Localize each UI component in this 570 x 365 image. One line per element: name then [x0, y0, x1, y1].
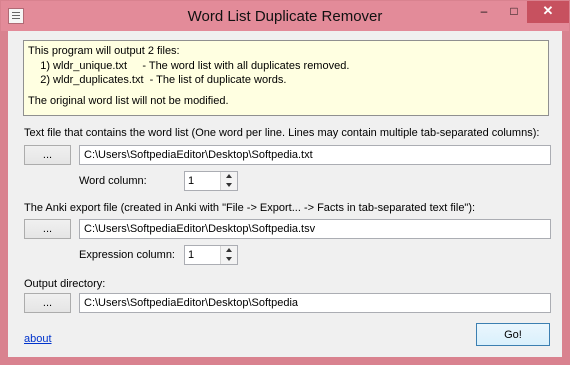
expression-column-stepper[interactable]: 1 — [184, 245, 238, 265]
output-label: Output directory: — [24, 278, 106, 290]
word-column-label: Word column: — [79, 175, 147, 187]
info-line: This program will output 2 files: — [28, 45, 180, 57]
anki-browse-button[interactable]: ... — [24, 219, 71, 239]
info-line: 1) wldr_unique.txt - The word list with … — [28, 59, 350, 72]
wordlist-browse-button[interactable]: ... — [24, 145, 71, 165]
go-button[interactable]: Go! — [476, 323, 550, 346]
spin-down-icon[interactable] — [221, 181, 237, 190]
spin-down-icon[interactable] — [221, 255, 237, 264]
word-column-stepper[interactable]: 1 — [184, 171, 238, 191]
anki-path-input[interactable]: C:\Users\SoftpediaEditor\Desktop\Softped… — [79, 219, 551, 239]
close-icon[interactable]: ✕ — [527, 1, 569, 23]
word-column-value[interactable]: 1 — [188, 175, 194, 187]
info-box: This program will output 2 files: 1) wld… — [23, 40, 549, 116]
maximize-icon[interactable]: □ — [500, 1, 528, 23]
output-path-input[interactable]: C:\Users\SoftpediaEditor\Desktop\Softped… — [79, 293, 551, 313]
title-bar[interactable]: Word List Duplicate Remover – □ ✕ — [1, 1, 569, 31]
minimize-icon[interactable]: – — [470, 1, 498, 23]
expression-column-value[interactable]: 1 — [188, 249, 194, 261]
output-browse-button[interactable]: ... — [24, 293, 71, 313]
about-link[interactable]: about — [24, 333, 52, 345]
form-client-area: This program will output 2 files: 1) wld… — [8, 31, 562, 357]
wordlist-path-input[interactable]: C:\Users\SoftpediaEditor\Desktop\Softped… — [79, 145, 551, 165]
anki-label: The Anki export file (created in Anki wi… — [24, 202, 476, 214]
info-line: 2) wldr_duplicates.txt - The list of dup… — [28, 74, 287, 86]
info-line: The original word list will not be modif… — [28, 94, 229, 107]
app-window: Word List Duplicate Remover – □ ✕ This p… — [0, 0, 570, 365]
expression-column-label: Expression column: — [79, 249, 175, 261]
wordlist-label: Text file that contains the word list (O… — [24, 127, 540, 139]
